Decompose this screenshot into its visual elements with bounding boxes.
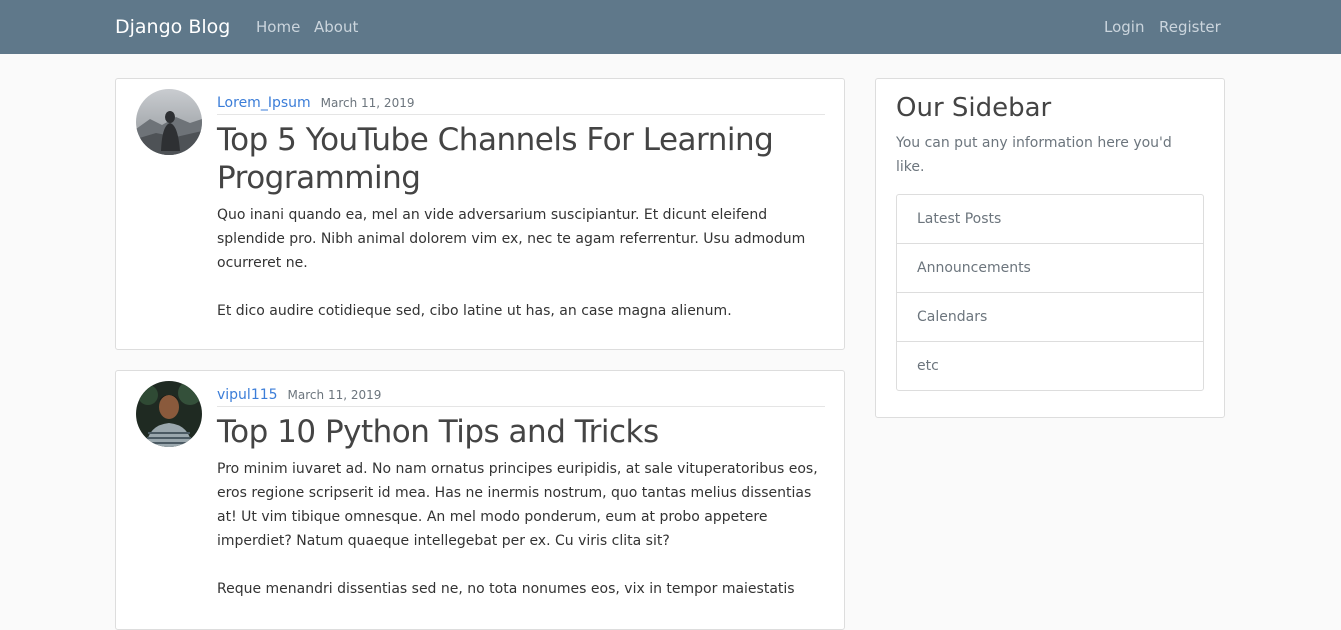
post-title-link[interactable]: Top 10 Python Tips and Tricks xyxy=(217,413,825,451)
author-avatar xyxy=(136,381,202,447)
nav-login-link[interactable]: Login xyxy=(1104,16,1144,38)
post-date: March 11, 2019 xyxy=(320,96,415,110)
sidebar-item-calendars[interactable]: Calendars xyxy=(897,292,1203,341)
post-content: Quo inani quando ea, mel an vide adversa… xyxy=(217,207,806,319)
post-author-link[interactable]: vipul115 xyxy=(217,387,278,403)
avatar-image-icon xyxy=(136,381,202,447)
sidebar-item-latest-posts[interactable]: Latest Posts xyxy=(897,195,1203,243)
sidebar-item-etc[interactable]: etc xyxy=(897,341,1203,390)
post-meta: vipul115 March 11, 2019 xyxy=(217,384,825,407)
sidebar-list: Latest Posts Announcements Calendars etc xyxy=(896,194,1204,391)
post-card: Lorem_Ipsum March 11, 2019 Top 5 YouTube … xyxy=(115,78,845,350)
post-title-link[interactable]: Top 5 YouTube Channels For Learning Prog… xyxy=(217,121,825,197)
avatar-image-icon xyxy=(136,89,202,155)
post-card: vipul115 March 11, 2019 Top 10 Python Tip… xyxy=(115,370,845,630)
author-avatar xyxy=(136,89,202,155)
top-navbar: Django Blog Home About Login Register xyxy=(0,0,1341,54)
post-author-link[interactable]: Lorem_Ipsum xyxy=(217,95,311,111)
nav-register-link[interactable]: Register xyxy=(1159,16,1221,38)
sidebar-description: You can put any information here you'd l… xyxy=(896,135,1172,175)
sidebar-title: Our Sidebar xyxy=(896,93,1052,123)
sidebar: Our Sidebar You can put any information … xyxy=(875,78,1225,418)
brand-link[interactable]: Django Blog xyxy=(115,14,230,40)
nav-home-link[interactable]: Home xyxy=(256,16,300,38)
nav-about-link[interactable]: About xyxy=(314,16,358,38)
sidebar-item-announcements[interactable]: Announcements xyxy=(897,243,1203,292)
post-date: March 11, 2019 xyxy=(287,388,382,402)
post-content: Pro minim iuvaret ad. No nam ornatus pri… xyxy=(217,461,818,597)
post-meta: Lorem_Ipsum March 11, 2019 xyxy=(217,92,825,115)
